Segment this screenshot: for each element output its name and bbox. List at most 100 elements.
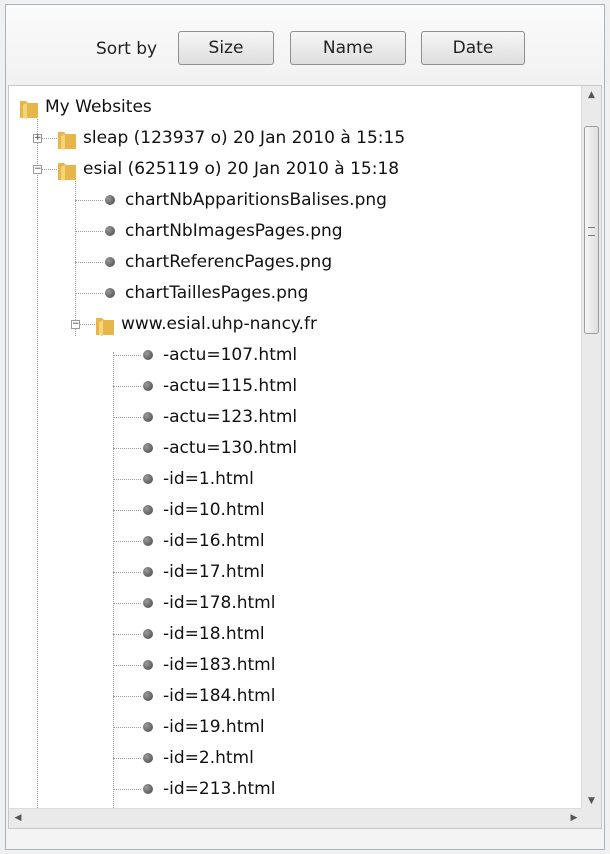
file-bullet-icon xyxy=(143,381,153,391)
tree-connector xyxy=(75,262,103,263)
tree-node-file[interactable]: chartTaillesPages.png xyxy=(9,278,569,309)
tree-node-root[interactable]: My Websites xyxy=(9,92,569,123)
tree-node-file[interactable]: -actu=130.html xyxy=(9,433,569,464)
tree-node-label: www.esial.uhp-nancy.fr xyxy=(121,314,317,334)
tree-node-label: -id=178.html xyxy=(163,593,276,613)
vertical-scrollbar[interactable]: ▲ ▼ xyxy=(581,86,601,810)
tree-connector xyxy=(113,417,141,418)
file-bullet-icon xyxy=(143,350,153,360)
tree-node-file[interactable]: chartNbApparitionsBalises.png xyxy=(9,185,569,216)
scroll-up-icon[interactable]: ▲ xyxy=(582,86,601,104)
file-bullet-icon xyxy=(143,443,153,453)
tree-node-label: My Websites xyxy=(45,97,152,117)
folder-icon xyxy=(58,132,76,150)
tree-connector xyxy=(113,789,141,790)
tree-node-label: -actu=107.html xyxy=(163,345,298,365)
minus-box-icon[interactable]: − xyxy=(71,320,80,329)
tree-connector xyxy=(75,293,103,294)
file-bullet-icon xyxy=(143,598,153,608)
sort-toolbar: Sort by Size Name Date xyxy=(6,5,604,89)
tree-node-label: -id=1.html xyxy=(163,469,254,489)
tree-connector xyxy=(113,665,141,666)
folder-icon xyxy=(58,163,76,181)
tree-node-file[interactable]: -id=1.html xyxy=(9,464,569,495)
vertical-scroll-thumb[interactable] xyxy=(584,126,599,334)
tree-connector xyxy=(113,386,141,387)
tree-node-file[interactable]: -id=18.html xyxy=(9,619,569,650)
sort-name-button[interactable]: Name xyxy=(290,31,406,65)
tree-node-label: chartNbApparitionsBalises.png xyxy=(125,190,387,210)
tree-node-label: esial (625119 o) 20 Jan 2010 à 15:18 xyxy=(83,159,400,179)
scroll-left-icon[interactable]: ◀ xyxy=(9,809,27,828)
file-bullet-icon xyxy=(143,536,153,546)
file-bullet-icon xyxy=(143,660,153,670)
minus-box-icon[interactable]: − xyxy=(33,165,42,174)
tree-connector xyxy=(113,510,141,511)
tree-content: My Websites + sleap (123937 o) 20 Jan 201… xyxy=(9,86,583,810)
tree-connector xyxy=(113,696,141,697)
tree-node-label: -id=17.html xyxy=(163,562,265,582)
tree-node-label: -actu=123.html xyxy=(163,407,298,427)
tree-node-label: -id=19.html xyxy=(163,717,265,737)
tree-node-file[interactable]: -id=16.html xyxy=(9,526,569,557)
tree-connector xyxy=(113,572,141,573)
tree-node-label: chartTaillesPages.png xyxy=(125,283,309,303)
grip-icon xyxy=(588,227,595,236)
tree-node-file[interactable]: -actu=107.html xyxy=(9,340,569,371)
tree-connector xyxy=(113,727,141,728)
website-tree-window: Sort by Size Name Date My Websites + slea… xyxy=(5,4,605,850)
folder-icon xyxy=(96,318,114,336)
tree-node-label: -actu=130.html xyxy=(163,438,298,458)
tree-node-file[interactable]: -id=17.html xyxy=(9,557,569,588)
tree-node-label: -id=10.html xyxy=(163,500,265,520)
file-bullet-icon xyxy=(143,412,153,422)
file-bullet-icon xyxy=(143,691,153,701)
tree-node-file[interactable]: -id=10.html xyxy=(9,495,569,526)
file-bullet-icon xyxy=(143,505,153,515)
tree-connector xyxy=(113,541,141,542)
file-bullet-icon xyxy=(105,226,115,236)
horizontal-scrollbar[interactable]: ◀ ▶ xyxy=(9,808,583,828)
tree-node-label: -id=18.html xyxy=(163,624,265,644)
tree-node-file[interactable]: -id=184.html xyxy=(9,681,569,712)
website-tree[interactable]: My Websites + sleap (123937 o) 20 Jan 201… xyxy=(8,85,602,829)
tree-connector xyxy=(113,355,141,356)
tree-node-folder[interactable]: − www.esial.uhp-nancy.fr xyxy=(9,309,569,340)
sort-date-button[interactable]: Date xyxy=(421,31,525,65)
tree-node-label: chartNbImagesPages.png xyxy=(125,221,343,241)
scrollbar-corner xyxy=(581,808,601,828)
tree-node-file[interactable]: -id=2.html xyxy=(9,743,569,774)
tree-node-label: -id=16.html xyxy=(163,531,265,551)
tree-connector xyxy=(75,231,103,232)
tree-node-label: sleap (123937 o) 20 Jan 2010 à 15:15 xyxy=(83,128,406,148)
plus-box-icon[interactable]: + xyxy=(33,134,42,143)
tree-node-folder[interactable]: + sleap (123937 o) 20 Jan 2010 à 15:15 xyxy=(9,123,569,154)
tree-node-label: -id=184.html xyxy=(163,686,276,706)
tree-connector xyxy=(75,200,103,201)
sort-by-label: Sort by xyxy=(96,39,158,59)
file-bullet-icon xyxy=(143,629,153,639)
tree-connector xyxy=(113,603,141,604)
tree-node-file[interactable]: -id=178.html xyxy=(9,588,569,619)
tree-node-label: chartReferencPages.png xyxy=(125,252,333,272)
tree-node-file[interactable]: chartNbImagesPages.png xyxy=(9,216,569,247)
tree-node-file[interactable]: -actu=123.html xyxy=(9,402,569,433)
tree-node-label: -id=213.html xyxy=(163,779,276,799)
sort-size-button[interactable]: Size xyxy=(178,31,274,65)
file-bullet-icon xyxy=(143,784,153,794)
file-bullet-icon xyxy=(143,474,153,484)
file-bullet-icon xyxy=(143,722,153,732)
tree-connector xyxy=(113,758,141,759)
tree-node-label: -actu=115.html xyxy=(163,376,298,396)
tree-node-file[interactable]: chartReferencPages.png xyxy=(9,247,569,278)
tree-node-file[interactable]: -id=19.html xyxy=(9,712,569,743)
tree-node-file[interactable]: -actu=115.html xyxy=(9,371,569,402)
file-bullet-icon xyxy=(105,257,115,267)
file-bullet-icon xyxy=(105,195,115,205)
file-bullet-icon xyxy=(105,288,115,298)
tree-node-file[interactable]: -id=213.html xyxy=(9,774,569,805)
tree-node-folder[interactable]: − esial (625119 o) 20 Jan 2010 à 15:18 xyxy=(9,154,569,185)
tree-connector xyxy=(113,448,141,449)
tree-node-file[interactable]: -id=183.html xyxy=(9,650,569,681)
tree-node-label: -id=183.html xyxy=(163,655,276,675)
